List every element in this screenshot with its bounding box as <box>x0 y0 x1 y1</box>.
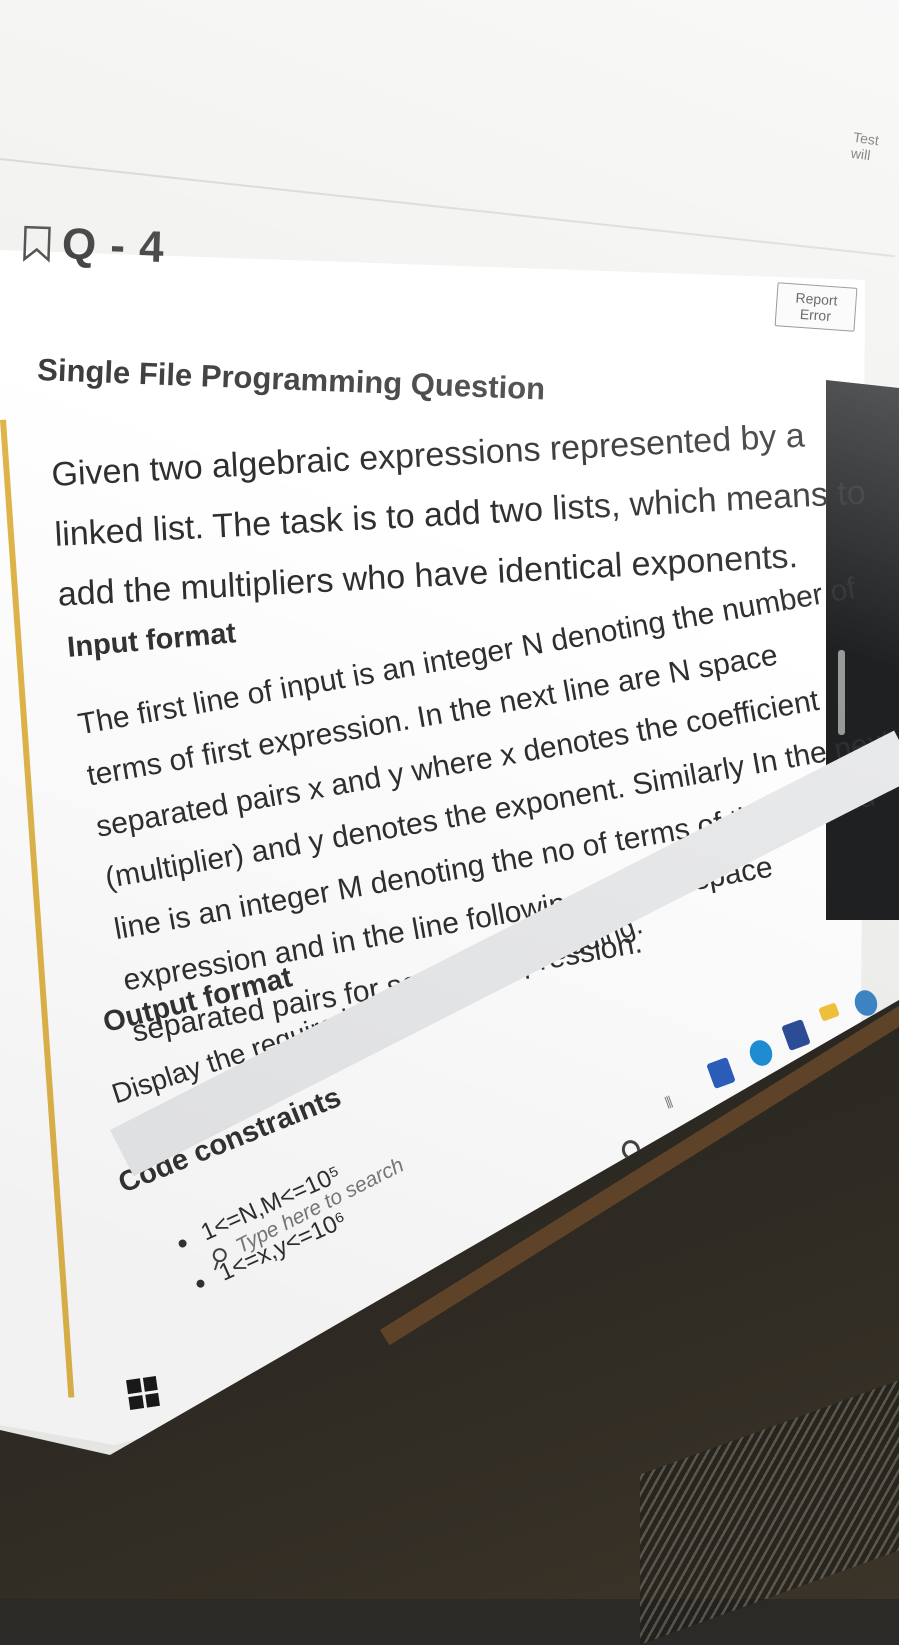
windows-start-icon[interactable] <box>126 1376 160 1410</box>
bullet-icon <box>195 1278 206 1289</box>
question-number: Q - 4 <box>61 219 166 272</box>
question-header: Q - 4 <box>21 218 166 273</box>
bookmark-icon[interactable] <box>21 224 52 263</box>
bullet-icon <box>177 1238 188 1249</box>
report-error-button[interactable]: Report Error <box>774 282 858 332</box>
test-timer-note: Test will <box>850 128 880 164</box>
